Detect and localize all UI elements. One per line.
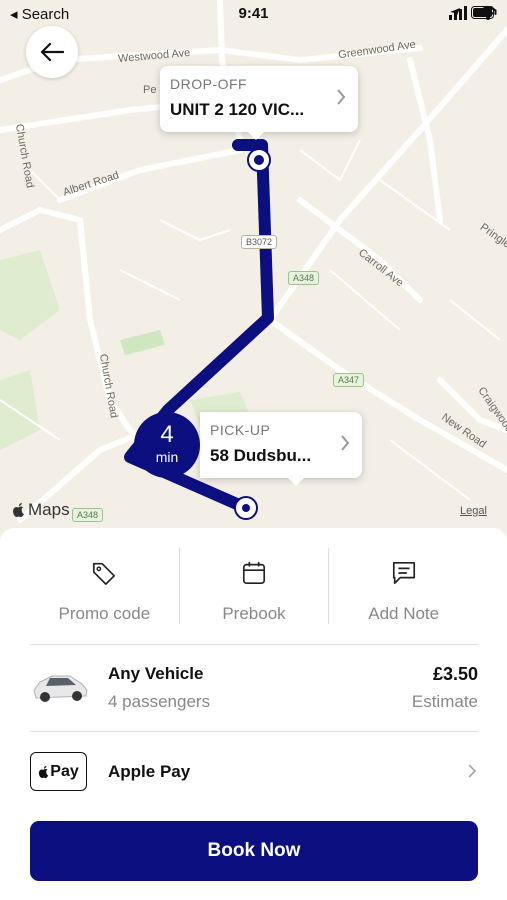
back-button[interactable]	[26, 26, 78, 78]
eta-badge: 4 min	[134, 412, 200, 478]
tag-icon	[93, 562, 116, 585]
payment-method-name: Apple Pay	[108, 762, 191, 781]
fare-price: £3.50	[432, 664, 478, 684]
promo-code-button[interactable]: Promo code	[30, 548, 179, 624]
chevron-right-icon	[337, 89, 346, 105]
add-note-label: Add Note	[368, 604, 440, 623]
eta-unit: min	[155, 449, 179, 465]
apple-logo-icon	[13, 503, 24, 518]
battery-icon	[471, 6, 497, 19]
divider	[30, 731, 478, 732]
car-icon	[33, 675, 88, 702]
pickup-callout[interactable]: PICK-UP 58 Dudsbu...	[200, 412, 362, 486]
payment-method-row[interactable]: Pay Apple Pay	[30, 750, 478, 794]
pickup-caption: PICK-UP	[210, 422, 271, 438]
apple-logo-icon	[39, 765, 49, 778]
add-note-button[interactable]: Add Note	[328, 548, 478, 624]
arrow-left-icon	[40, 42, 64, 62]
apple-pay-badge: Pay	[30, 752, 87, 791]
divider	[30, 644, 478, 645]
road-label: Pe	[143, 84, 157, 96]
vehicle-passengers: 4 passengers	[108, 692, 211, 711]
chevron-right-icon	[341, 435, 350, 451]
road-shield: B3072	[241, 235, 278, 249]
location-arrow-icon	[450, 7, 460, 18]
booking-sheet: Promo code Prebook Add Note Any Vehicle …	[0, 528, 507, 900]
dropoff-caption: DROP-OFF	[170, 76, 248, 92]
pickup-address: 58 Dudsbu...	[210, 446, 312, 465]
clock: 9:41	[238, 5, 269, 22]
road-shield: A348	[72, 508, 104, 522]
prebook-button[interactable]: Prebook	[178, 548, 329, 624]
road-shield: A348	[288, 271, 320, 285]
fare-estimate-label: Estimate	[411, 692, 478, 711]
legal-link[interactable]: Legal	[460, 505, 487, 517]
vehicle-option[interactable]: Any Vehicle 4 passengers £3.50 Estimate	[30, 658, 478, 718]
dropoff-address: UNIT 2 120 VIC...	[170, 100, 305, 119]
map-view[interactable]: Westwood Ave Greenwood Ave Albert Road C…	[0, 0, 507, 540]
status-bar: ◂ Search 9:41	[0, 0, 507, 28]
calendar-icon	[242, 561, 266, 585]
promo-code-label: Promo code	[58, 604, 151, 623]
dropoff-callout[interactable]: DROP-OFF UNIT 2 120 VIC...	[160, 66, 358, 140]
note-icon	[392, 561, 415, 585]
prebook-label: Prebook	[222, 604, 286, 623]
vehicle-title: Any Vehicle	[108, 664, 204, 683]
eta-value: 4	[160, 421, 174, 448]
book-now-button[interactable]: Book Now	[30, 821, 478, 881]
quick-actions: Promo code Prebook Add Note	[30, 548, 478, 624]
chevron-right-icon	[468, 764, 476, 778]
maps-attribution: Maps	[12, 500, 70, 520]
road-shield: A347	[333, 373, 365, 387]
